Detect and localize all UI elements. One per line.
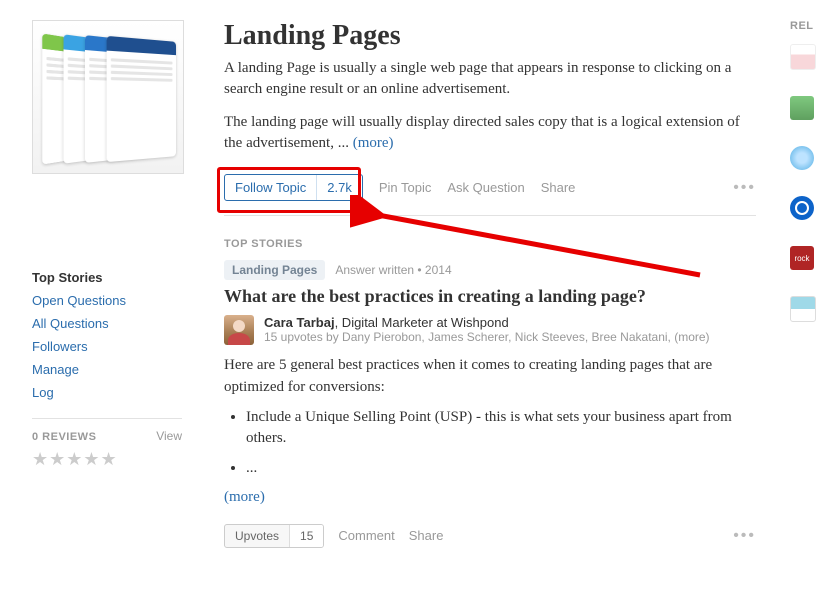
reviews-count-label: 0 REVIEWS (32, 431, 96, 443)
related-item-5[interactable]: rock (790, 246, 814, 270)
story-more-link[interactable]: (more) (224, 489, 265, 506)
author-upvoters-more[interactable]: (more) (674, 330, 709, 344)
author-name: Cara Tarbaj (264, 315, 335, 330)
related-item-2[interactable] (790, 96, 814, 120)
author-upvoters: 15 upvotes by Dany Pierobon, James Scher… (264, 330, 710, 344)
upvote-count: 15 (289, 525, 323, 547)
sidebar-link-all-questions[interactable]: All Questions (32, 316, 182, 331)
star-rating[interactable]: ★★★★★ (32, 449, 182, 470)
story-bullet-list: Include a Unique Selling Point (USP) - t… (246, 407, 756, 480)
upvote-label: Upvotes (225, 525, 289, 547)
story-meta: Answer written • 2014 (335, 263, 451, 277)
sidebar-link-open-questions[interactable]: Open Questions (32, 293, 182, 308)
upvote-button[interactable]: Upvotes 15 (224, 524, 324, 548)
topic-more-link[interactable]: (more) (353, 135, 394, 151)
follow-topic-button[interactable]: Follow Topic 2.7k (224, 174, 363, 201)
topic-title: Landing Pages (224, 20, 756, 52)
sidebar-heading: Top Stories (32, 270, 182, 285)
comment-link[interactable]: Comment (338, 528, 394, 543)
sidebar-link-followers[interactable]: Followers (32, 339, 182, 354)
topic-thumbnail[interactable] (32, 20, 184, 174)
sidebar-link-log[interactable]: Log (32, 385, 182, 400)
ask-question-link[interactable]: Ask Question (447, 180, 524, 195)
follow-count: 2.7k (316, 175, 362, 200)
share-story-link[interactable]: Share (409, 528, 444, 543)
author-avatar[interactable] (224, 315, 254, 345)
story-title-link[interactable]: What are the best practices in creating … (224, 286, 756, 307)
topic-description-1: A landing Page is usually a single web p… (224, 58, 756, 100)
pin-topic-link[interactable]: Pin Topic (379, 180, 432, 195)
share-topic-link[interactable]: Share (541, 180, 576, 195)
author-line[interactable]: Cara Tarbaj, Digital Marketer at Wishpon… (264, 315, 710, 330)
related-heading: REL (790, 20, 818, 32)
related-item-3[interactable] (790, 146, 814, 170)
related-item-1[interactable] (790, 44, 816, 70)
topic-description-2-text: The landing page will usually display di… (224, 114, 740, 151)
story-overflow-menu[interactable]: ••• (733, 527, 756, 545)
story-body-intro: Here are 5 general best practices when i… (224, 355, 756, 399)
related-item-6[interactable] (790, 296, 816, 322)
sidebar-link-manage[interactable]: Manage (32, 362, 182, 377)
top-stories-heading: TOP STORIES (224, 238, 756, 250)
follow-label: Follow Topic (225, 175, 316, 200)
story-bullet-1: Include a Unique Selling Point (USP) - t… (246, 407, 756, 451)
reviews-view-link[interactable]: View (156, 429, 182, 443)
topic-description-2: The landing page will usually display di… (224, 112, 756, 154)
author-role: , Digital Marketer at Wishpond (335, 315, 509, 330)
topic-overflow-menu[interactable]: ••• (733, 179, 756, 197)
author-upvoters-text: 15 upvotes by Dany Pierobon, James Scher… (264, 330, 674, 344)
story-bullet-2: ... (246, 458, 756, 480)
related-item-4[interactable] (790, 196, 814, 220)
story-topic-pill[interactable]: Landing Pages (224, 260, 325, 280)
